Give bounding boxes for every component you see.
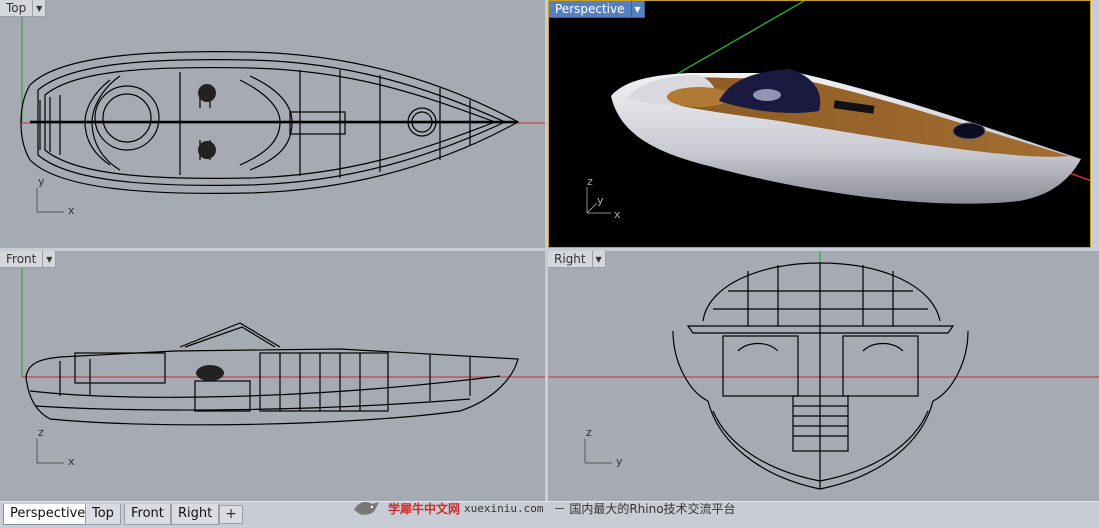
persp-axis-z-label: z <box>587 175 593 188</box>
viewport-front-menu-icon[interactable]: ▼ <box>43 251 57 268</box>
viewport-right[interactable]: z y Right ▼ <box>548 251 1099 501</box>
viewport-top[interactable]: y x Top ▼ <box>0 0 545 248</box>
viewport-right-label[interactable]: Right <box>548 251 593 268</box>
front-axis-x-label: x <box>68 455 75 468</box>
rhino-window: y x Top ▼ z y x Perspective ▼ z x Front … <box>0 0 1099 528</box>
viewport-top-title[interactable]: Top ▼ <box>0 0 47 17</box>
tab-front[interactable]: Front <box>124 504 171 525</box>
viewport-right-title[interactable]: Right ▼ <box>548 251 606 268</box>
front-axis-z-label: z <box>38 426 44 439</box>
tab-perspective[interactable]: Perspective <box>3 504 93 525</box>
add-tab-button[interactable]: + <box>219 505 243 524</box>
watermark: 学犀牛中文网 xuexiniu.com － 国内最大的Rhino技术交流平台 <box>352 494 736 522</box>
viewport-perspective-label[interactable]: Perspective <box>549 1 632 18</box>
watermark-slogan: － 国内最大的Rhino技术交流平台 <box>553 501 736 516</box>
top-view-wireframe: y x <box>20 0 545 217</box>
top-axis-y-label: y <box>38 175 45 188</box>
top-axis-x-label: x <box>68 204 75 217</box>
right-axis-z-label: z <box>586 426 592 439</box>
rhino-logo-icon <box>354 502 379 515</box>
persp-axis-y-label: y <box>597 194 604 207</box>
viewport-perspective[interactable]: z y x Perspective ▼ <box>548 0 1091 248</box>
viewport-right-menu-icon[interactable]: ▼ <box>592 251 606 268</box>
right-view-wireframe: z y <box>548 251 1099 490</box>
right-axis-y-label: y <box>616 455 623 468</box>
perspective-render: z y x <box>586 1 1090 221</box>
viewport-front-label[interactable]: Front <box>0 251 44 268</box>
viewport-perspective-title[interactable]: Perspective ▼ <box>549 1 645 18</box>
viewport-front-title[interactable]: Front ▼ <box>0 251 57 268</box>
viewport-top-menu-icon[interactable]: ▼ <box>33 0 47 17</box>
tab-right[interactable]: Right <box>171 504 220 525</box>
persp-axis-x-label: x <box>614 208 621 221</box>
viewport-top-label[interactable]: Top <box>0 0 34 17</box>
viewport-perspective-menu-icon[interactable]: ▼ <box>631 1 645 18</box>
tab-top[interactable]: Top <box>85 504 121 525</box>
watermark-brand: 学犀牛中文网 <box>388 501 461 516</box>
viewport-front[interactable]: z x Front ▼ <box>0 251 545 501</box>
front-view-wireframe: z x <box>21 251 545 468</box>
watermark-url: xuexiniu.com <box>464 501 544 515</box>
